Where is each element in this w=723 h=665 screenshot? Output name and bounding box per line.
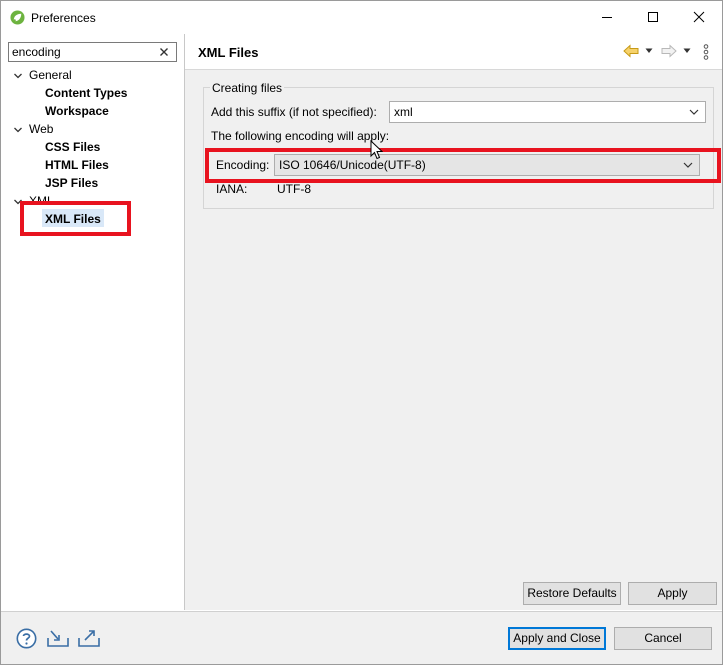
tree-item-web[interactable]: Web (13, 120, 53, 138)
filter-input[interactable] (12, 44, 152, 60)
page-title: XML Files (198, 45, 259, 60)
cancel-button[interactable]: Cancel (614, 627, 712, 650)
forward-dropdown-icon[interactable] (683, 48, 691, 54)
tree-item-label: CSS Files (45, 140, 101, 154)
group-label: Creating files (210, 81, 285, 95)
chevron-down-icon[interactable] (13, 125, 23, 135)
tree-item-label: Workspace (45, 104, 109, 118)
page-header: XML Files (185, 34, 722, 70)
clear-icon[interactable] (158, 46, 170, 58)
back-dropdown-icon[interactable] (645, 48, 653, 54)
highlight-box-encoding (205, 148, 721, 183)
tree-item-content-types[interactable]: Content Types (45, 84, 127, 102)
chevron-down-icon (689, 109, 699, 115)
tree-item-jsp-files[interactable]: JSP Files (45, 174, 98, 192)
minimize-icon (602, 17, 612, 18)
help-icon[interactable] (16, 628, 37, 649)
forward-arrow-icon[interactable] (661, 44, 677, 58)
maximize-icon (648, 12, 658, 22)
more-options-icon[interactable] (703, 44, 709, 60)
minimize-button[interactable] (584, 1, 630, 33)
filter-box[interactable] (8, 42, 177, 62)
suffix-value: xml (394, 105, 413, 119)
chevron-down-icon[interactable] (13, 71, 23, 81)
back-arrow-icon[interactable] (623, 44, 639, 58)
tree-item-label: Content Types (45, 86, 128, 100)
close-icon (693, 11, 705, 23)
tree-item-general[interactable]: General (13, 66, 72, 84)
suffix-select[interactable]: xml (389, 101, 706, 123)
spring-leaf-icon (10, 10, 25, 25)
iana-value: UTF-8 (277, 182, 311, 196)
import-icon[interactable] (46, 628, 70, 648)
close-button[interactable] (676, 1, 722, 33)
mouse-pointer-icon (370, 140, 383, 160)
preferences-window: Preferences General Content Types Wor (0, 0, 723, 665)
preference-tree-pane: General Content Types Workspace Web CSS … (1, 34, 184, 610)
maximize-button[interactable] (630, 1, 676, 33)
apply-note: The following encoding will apply: (211, 129, 390, 143)
tree-item-label: Web (29, 122, 54, 136)
export-icon[interactable] (77, 628, 101, 648)
iana-label: IANA: (216, 182, 248, 196)
tree-item-label: JSP Files (45, 176, 99, 190)
suffix-label: Add this suffix (if not specified): (211, 105, 377, 119)
restore-defaults-button[interactable]: Restore Defaults (523, 582, 621, 605)
window-title: Preferences (31, 11, 96, 25)
tree-item-label: General (29, 68, 72, 82)
tree-item-label: HTML Files (45, 158, 109, 172)
highlight-box-tree (20, 201, 131, 236)
apply-and-close-button[interactable]: Apply and Close (508, 627, 606, 650)
title-bar: Preferences (1, 1, 722, 33)
tree-item-workspace[interactable]: Workspace (45, 102, 109, 120)
tree-item-css-files[interactable]: CSS Files (45, 138, 100, 156)
tree-item-html-files[interactable]: HTML Files (45, 156, 109, 174)
dialog-footer: Apply and Close Cancel (1, 611, 722, 664)
preference-page: XML Files Creating files Add this suffix… (185, 34, 722, 610)
apply-button[interactable]: Apply (628, 582, 717, 605)
